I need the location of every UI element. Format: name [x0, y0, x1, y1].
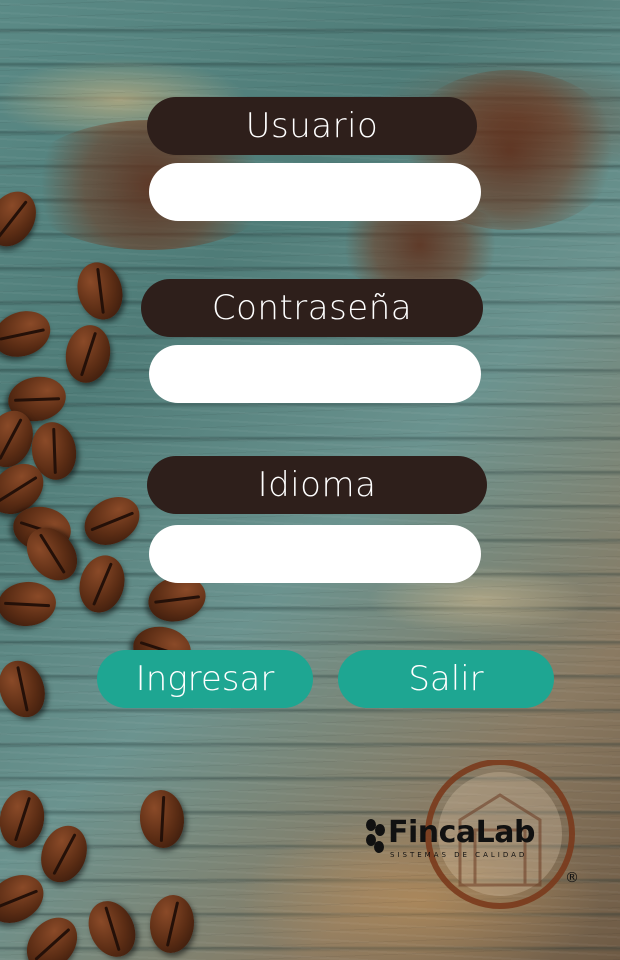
language-input[interactable] [149, 525, 481, 583]
brand-tagline: SISTEMAS DE CALIDAD [390, 851, 528, 859]
login-screen: Usuario Contraseña Idioma Ingresar Salir… [0, 0, 620, 960]
coffee-beans-icon [366, 819, 385, 853]
user-input[interactable] [149, 163, 481, 221]
login-button[interactable]: Ingresar [97, 650, 313, 708]
exit-button[interactable]: Salir [338, 650, 554, 708]
password-input[interactable] [149, 345, 481, 403]
user-label: Usuario [147, 97, 477, 155]
language-label: Idioma [147, 456, 487, 514]
brand-name: FincaLab [388, 815, 536, 850]
registered-mark: ® [565, 870, 579, 886]
password-label: Contraseña [141, 279, 483, 337]
